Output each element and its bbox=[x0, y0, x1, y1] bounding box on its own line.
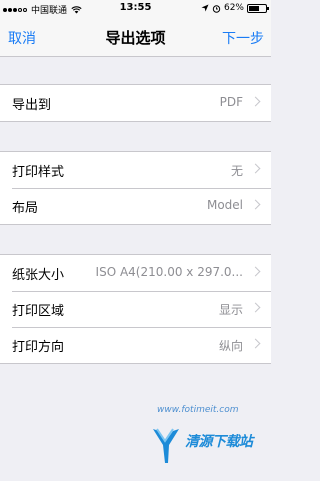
paper-size-row[interactable]: 纸张大小 ISO A4(210.00 x 297.0... bbox=[0, 255, 271, 291]
alarm-clock-icon bbox=[212, 4, 221, 13]
watermark-logo-icon bbox=[153, 428, 179, 463]
watermark-url: www.fotimeit.com bbox=[157, 405, 239, 415]
print-style-group: 打印样式 无 布局 Model bbox=[0, 151, 271, 225]
battery-fill bbox=[249, 5, 259, 11]
paper-settings-group: 纸张大小 ISO A4(210.00 x 297.0... 打印区域 显示 打印… bbox=[0, 254, 271, 364]
chevron-right-icon bbox=[250, 163, 261, 174]
row-label: 打印样式 bbox=[12, 165, 65, 180]
layout-row[interactable]: 布局 Model bbox=[0, 188, 271, 224]
print-style-row[interactable]: 打印样式 无 bbox=[0, 152, 271, 188]
status-bar: 中国联通 13:55 62% bbox=[0, 0, 271, 17]
row-value: Model bbox=[206, 198, 243, 212]
export-destination-group: 导出到 PDF bbox=[0, 84, 271, 122]
row-label: 布局 bbox=[12, 201, 39, 216]
battery-icon bbox=[247, 3, 269, 13]
export-to-row[interactable]: 导出到 PDF bbox=[0, 85, 271, 121]
watermark-text: 清源下载站 bbox=[185, 434, 253, 450]
row-value: 显示 bbox=[218, 303, 243, 317]
row-value: PDF bbox=[219, 95, 243, 109]
location-arrow-icon bbox=[201, 4, 209, 12]
print-area-row[interactable]: 打印区域 显示 bbox=[0, 291, 271, 327]
chevron-right-icon bbox=[250, 266, 261, 277]
print-orientation-row[interactable]: 打印方向 纵向 bbox=[0, 327, 271, 363]
chevron-right-icon bbox=[250, 338, 261, 349]
row-value: ISO A4(210.00 x 297.0... bbox=[95, 265, 243, 279]
watermark: www.fotimeit.com 清源下载站 bbox=[141, 405, 271, 481]
battery-percent: 62% bbox=[223, 3, 244, 13]
chevron-right-icon bbox=[250, 199, 261, 210]
navigation-bar: 取消 导出选项 下一步 bbox=[0, 17, 271, 57]
chevron-right-icon bbox=[250, 96, 261, 107]
row-label: 导出到 bbox=[12, 98, 52, 113]
row-label: 纸张大小 bbox=[12, 268, 65, 283]
row-label: 打印区域 bbox=[12, 304, 65, 319]
next-step-button[interactable]: 下一步 bbox=[222, 28, 264, 48]
row-value: 纵向 bbox=[218, 339, 243, 353]
status-right: 62% bbox=[201, 3, 269, 13]
chevron-right-icon bbox=[250, 302, 261, 313]
row-label: 打印方向 bbox=[12, 340, 65, 355]
row-value: 无 bbox=[230, 164, 243, 178]
